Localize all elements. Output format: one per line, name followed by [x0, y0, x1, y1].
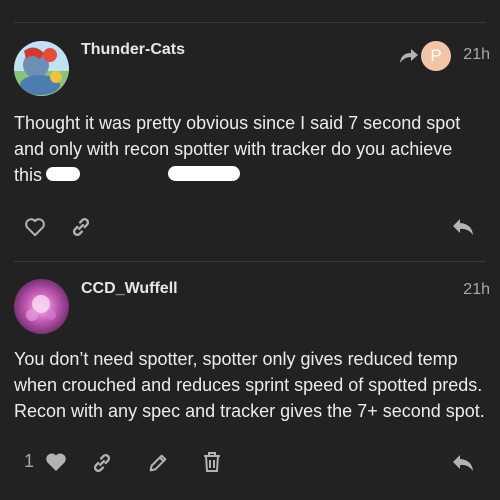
username[interactable]: Thunder-Cats [81, 41, 185, 59]
heart-icon[interactable] [22, 214, 48, 240]
reply-icon[interactable] [450, 214, 476, 240]
link-icon[interactable] [68, 214, 94, 240]
reply-icon[interactable] [450, 450, 476, 476]
post-time[interactable]: 21h [463, 281, 490, 299]
avatar-image [14, 41, 69, 96]
post-time[interactable]: 21h [463, 46, 490, 64]
avatar-image [14, 279, 69, 334]
post-divider [14, 261, 486, 262]
redaction-mark [168, 166, 240, 181]
post-body: You don’t need spotter, spotter only giv… [14, 349, 485, 421]
share-arrow-icon[interactable] [398, 46, 420, 66]
trash-icon[interactable] [199, 449, 225, 475]
link-icon[interactable] [89, 450, 115, 476]
reply-to-avatar[interactable]: P [421, 41, 451, 71]
pencil-icon[interactable] [145, 450, 171, 476]
username[interactable]: CCD_Wuffell [81, 280, 178, 298]
like-count[interactable]: 1 [24, 451, 34, 472]
avatar[interactable] [14, 279, 69, 334]
heart-icon[interactable] [42, 449, 70, 475]
post-body: Thought it was pretty obvious since I sa… [14, 113, 461, 185]
avatar[interactable] [14, 41, 69, 96]
redaction-mark [46, 167, 80, 181]
top-divider [14, 22, 486, 23]
